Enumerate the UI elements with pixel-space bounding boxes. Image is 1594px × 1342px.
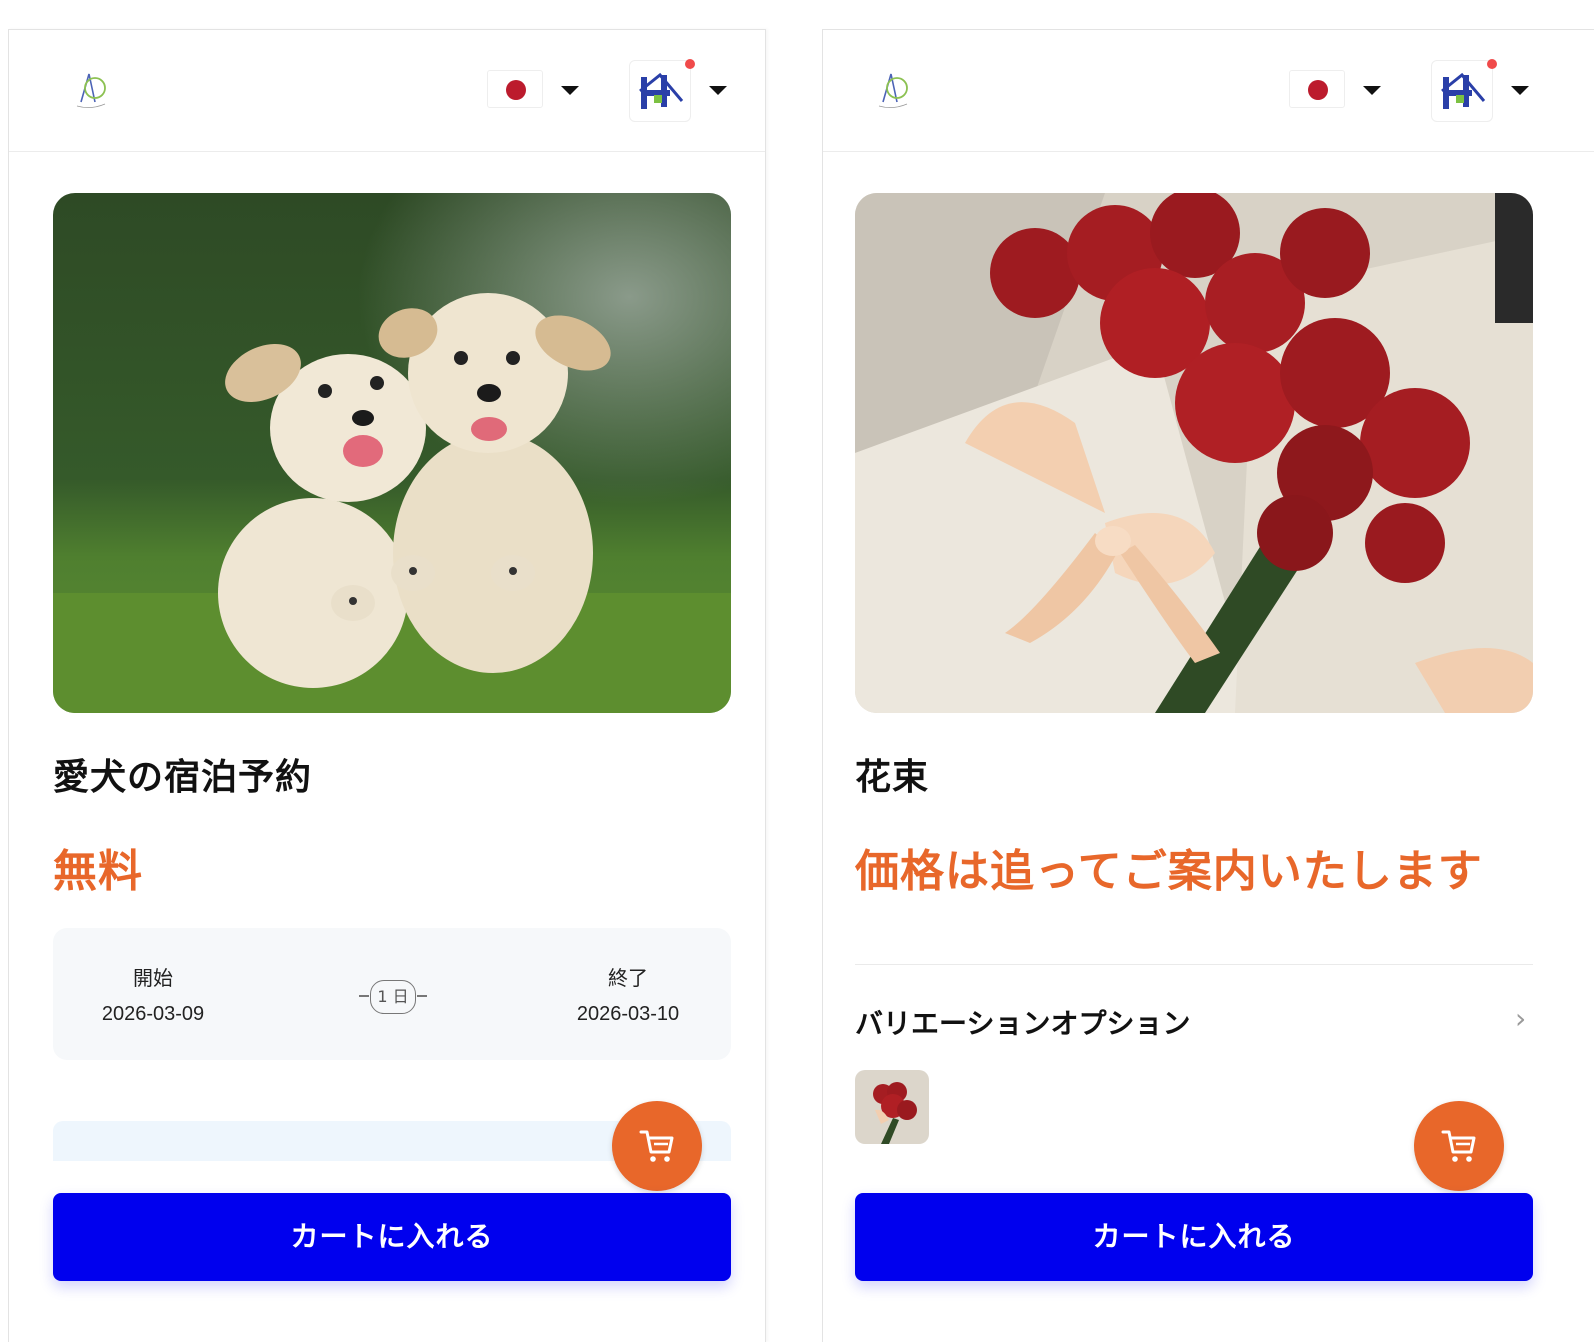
brand-logo[interactable] bbox=[61, 60, 121, 120]
account-button[interactable] bbox=[629, 59, 695, 122]
product-image bbox=[855, 193, 1533, 713]
product-price: 価格は追ってご案内いたします bbox=[855, 846, 1483, 897]
product-screen-dog-stay: 愛犬の宿泊予約 無料 開始 2026-03-09 1 日 終了 2026-03-… bbox=[8, 29, 766, 1342]
product-price: 無料 bbox=[53, 846, 143, 897]
chevron-down-icon[interactable] bbox=[1511, 86, 1529, 95]
chevron-down-icon[interactable] bbox=[1363, 86, 1381, 95]
variation-options-label[interactable]: バリエーションオプション bbox=[855, 1002, 1190, 1042]
start-date: 開始 2026-03-09 bbox=[53, 962, 253, 1026]
top-bar bbox=[823, 30, 1594, 152]
cart-icon bbox=[1441, 1130, 1476, 1162]
notification-dot bbox=[1487, 59, 1497, 69]
end-date-label: 終了 bbox=[608, 966, 648, 990]
start-date-value: 2026-03-09 bbox=[101, 1003, 205, 1025]
brand-logo[interactable] bbox=[863, 60, 923, 120]
account-button[interactable] bbox=[1431, 59, 1497, 122]
cart-fab-button[interactable] bbox=[1414, 1101, 1504, 1191]
japan-flag-icon bbox=[506, 80, 526, 100]
section-divider bbox=[855, 964, 1533, 965]
notification-dot bbox=[685, 59, 695, 69]
product-title: 愛犬の宿泊予約 bbox=[53, 757, 313, 798]
japan-flag-icon bbox=[1308, 80, 1328, 100]
product-image bbox=[53, 193, 731, 713]
hotel-logo-icon bbox=[1441, 72, 1486, 109]
language-flag-button[interactable] bbox=[1289, 70, 1345, 108]
date-range: 開始 2026-03-09 1 日 終了 2026-03-10 bbox=[53, 928, 731, 1060]
cart-icon bbox=[639, 1130, 674, 1162]
cart-fab-button[interactable] bbox=[612, 1101, 702, 1191]
top-bar bbox=[9, 30, 765, 152]
chevron-down-icon[interactable] bbox=[561, 86, 579, 95]
duration-connector bbox=[417, 995, 427, 997]
start-date-label: 開始 bbox=[133, 966, 173, 990]
add-to-cart-button[interactable]: カートに入れる bbox=[53, 1193, 731, 1281]
language-flag-button[interactable] bbox=[487, 70, 543, 108]
chevron-right-icon[interactable]: › bbox=[1515, 1002, 1526, 1035]
duration-connector bbox=[359, 995, 369, 997]
end-date: 終了 2026-03-10 bbox=[528, 962, 728, 1026]
variation-thumbnail[interactable] bbox=[855, 1070, 929, 1144]
product-title: 花束 bbox=[855, 757, 930, 798]
add-to-cart-button[interactable]: カートに入れる bbox=[855, 1193, 1533, 1281]
product-screen-bouquet: 花束 価格は追ってご案内いたします バリエーションオプション › カートに入れる bbox=[822, 29, 1594, 1342]
chevron-down-icon[interactable] bbox=[709, 86, 727, 95]
duration-badge: 1 日 bbox=[370, 980, 416, 1014]
end-date-value: 2026-03-10 bbox=[576, 1003, 680, 1025]
hotel-logo-icon bbox=[639, 72, 684, 109]
